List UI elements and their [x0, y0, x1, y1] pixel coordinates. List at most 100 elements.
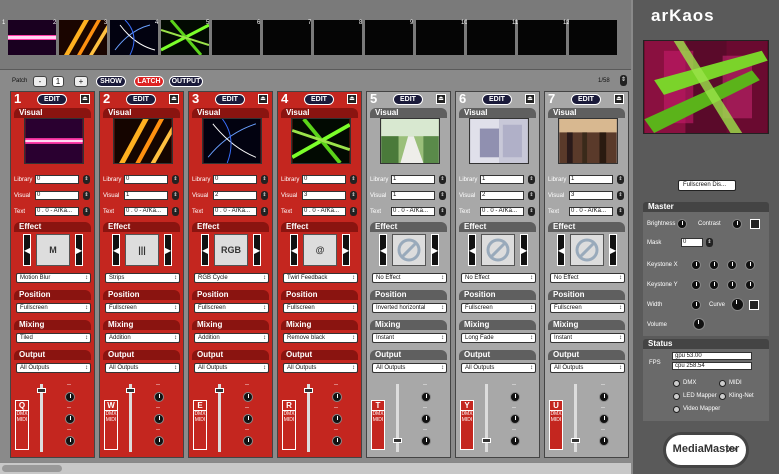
text-spinner[interactable]: ⇕ — [617, 207, 624, 216]
text-field[interactable]: 0 . 0 - ArKa... — [391, 207, 435, 216]
text-spinner[interactable]: ⇕ — [439, 207, 446, 216]
text-spinner[interactable]: ⇕ — [350, 207, 357, 216]
master-toggle-icon[interactable] — [750, 219, 760, 229]
position-select[interactable]: Inverted horizontal — [372, 303, 447, 313]
brightness-knob[interactable] — [677, 219, 687, 229]
library-spinner[interactable]: ⇕ — [83, 175, 90, 184]
opacity-fader[interactable] — [218, 384, 221, 452]
effect-select[interactable]: Strips — [105, 273, 180, 283]
param-knob-3[interactable] — [332, 436, 342, 446]
position-select[interactable]: Fullscreen — [550, 303, 625, 313]
keyboard-trigger-key[interactable]: E DMX MIDI — [193, 400, 207, 450]
output-select[interactable]: All Outputs — [283, 363, 358, 373]
curve-knob[interactable] — [731, 298, 744, 311]
page-spinner[interactable]: ⇕ — [620, 75, 627, 86]
text-field[interactable]: 0 . 0 - ArKa... — [569, 207, 613, 216]
library-field[interactable]: 1 — [391, 175, 435, 184]
mixing-select[interactable]: Addition — [105, 333, 180, 343]
mask-spinner[interactable]: ⇕ — [706, 238, 713, 247]
param-knob-2[interactable] — [154, 414, 164, 424]
param-knob-2[interactable] — [65, 414, 75, 424]
keystone-x-knob-3[interactable] — [727, 260, 737, 270]
visual-thumbnail[interactable] — [314, 20, 362, 55]
keystone-y-knob-2[interactable] — [709, 280, 719, 290]
effect-thumbnail[interactable] — [570, 234, 604, 266]
visual-thumbnail[interactable] — [365, 20, 413, 55]
effect-prev-icon[interactable]: ◀ — [112, 234, 120, 266]
mixing-select[interactable]: Long Fade — [461, 333, 536, 343]
effect-next-icon[interactable]: ▶ — [75, 234, 83, 266]
mixing-select[interactable]: Instant — [372, 333, 447, 343]
eject-icon[interactable]: ⏏ — [80, 94, 90, 104]
param-knob-2[interactable] — [332, 414, 342, 424]
visual-thumbnail[interactable] — [518, 20, 566, 55]
visual-spinner[interactable]: ⇕ — [528, 191, 535, 200]
visual-field[interactable]: 3 — [302, 191, 346, 200]
param-knob-1[interactable] — [510, 392, 520, 402]
visual-thumbnail[interactable] — [416, 20, 464, 55]
keystone-y-knob-3[interactable] — [727, 280, 737, 290]
visual-spinner[interactable]: ⇕ — [617, 191, 624, 200]
eject-icon[interactable]: ⏏ — [436, 94, 446, 104]
keystone-x-knob-1[interactable] — [691, 260, 701, 270]
volume-knob[interactable] — [693, 318, 705, 330]
opacity-fader[interactable] — [307, 384, 310, 452]
eject-icon[interactable]: ⏏ — [525, 94, 535, 104]
horizontal-scroll-thumb[interactable] — [2, 465, 62, 472]
edit-button[interactable]: EDIT — [571, 94, 601, 105]
library-spinner[interactable]: ⇕ — [350, 175, 357, 184]
text-spinner[interactable]: ⇕ — [261, 207, 268, 216]
text-spinner[interactable]: ⇕ — [528, 207, 535, 216]
contrast-knob[interactable] — [732, 219, 742, 229]
param-knob-3[interactable] — [243, 436, 253, 446]
fader-handle[interactable] — [304, 388, 313, 393]
fader-handle[interactable] — [393, 438, 402, 443]
library-spinner[interactable]: ⇕ — [172, 175, 179, 184]
effect-select[interactable]: No Effect — [372, 273, 447, 283]
eject-icon[interactable]: ⏏ — [347, 94, 357, 104]
text-field[interactable]: 0 . 0 - ArKa... — [480, 207, 524, 216]
library-field[interactable]: 1 — [480, 175, 524, 184]
led-mapper-indicator[interactable] — [673, 393, 680, 400]
fader-handle[interactable] — [215, 388, 224, 393]
opacity-fader[interactable] — [129, 384, 132, 452]
library-field[interactable]: 1 — [569, 175, 613, 184]
text-spinner[interactable]: ⇕ — [172, 207, 179, 216]
mixing-select[interactable]: Tiled — [16, 333, 91, 343]
output-select[interactable]: All Outputs — [105, 363, 180, 373]
effect-thumbnail[interactable]: RGB — [214, 234, 248, 266]
latch-button[interactable]: LATCH — [134, 76, 164, 87]
text-field[interactable]: 0 . 0 - ArKa... — [213, 207, 257, 216]
visual-preview[interactable] — [24, 118, 84, 164]
fader-handle[interactable] — [482, 438, 491, 443]
effect-next-icon[interactable]: ▶ — [520, 234, 528, 266]
visual-preview[interactable] — [113, 118, 173, 164]
param-knob-1[interactable] — [65, 392, 75, 402]
keystone-y-knob-1[interactable] — [691, 280, 701, 290]
visual-spinner[interactable]: ⇕ — [261, 191, 268, 200]
edit-button[interactable]: EDIT — [37, 94, 67, 105]
effect-thumbnail[interactable]: M — [36, 234, 70, 266]
effect-next-icon[interactable]: ▶ — [431, 234, 439, 266]
edit-button[interactable]: EDIT — [215, 94, 245, 105]
visual-spinner[interactable]: ⇕ — [350, 191, 357, 200]
visual-field[interactable]: 3 — [569, 191, 613, 200]
library-field[interactable]: 0 — [124, 175, 168, 184]
visual-field[interactable]: 0 — [35, 191, 79, 200]
visual-preview[interactable] — [558, 118, 618, 164]
effect-prev-icon[interactable]: ◀ — [379, 234, 387, 266]
effect-thumbnail[interactable]: @ — [303, 234, 337, 266]
video-mapper-indicator[interactable] — [673, 406, 680, 413]
mask-field[interactable]: 0 — [681, 238, 703, 247]
eject-icon[interactable]: ⏏ — [169, 94, 179, 104]
param-knob-3[interactable] — [421, 436, 431, 446]
text-field[interactable]: 0 . 0 - ArKa... — [124, 207, 168, 216]
position-select[interactable]: Fullscreen — [461, 303, 536, 313]
edit-button[interactable]: EDIT — [393, 94, 423, 105]
visual-preview[interactable] — [380, 118, 440, 164]
visual-field[interactable]: 2 — [213, 191, 257, 200]
param-knob-2[interactable] — [599, 414, 609, 424]
mixing-select[interactable]: Instant — [550, 333, 625, 343]
library-field[interactable]: 0 — [213, 175, 257, 184]
library-field[interactable]: 0 — [35, 175, 79, 184]
